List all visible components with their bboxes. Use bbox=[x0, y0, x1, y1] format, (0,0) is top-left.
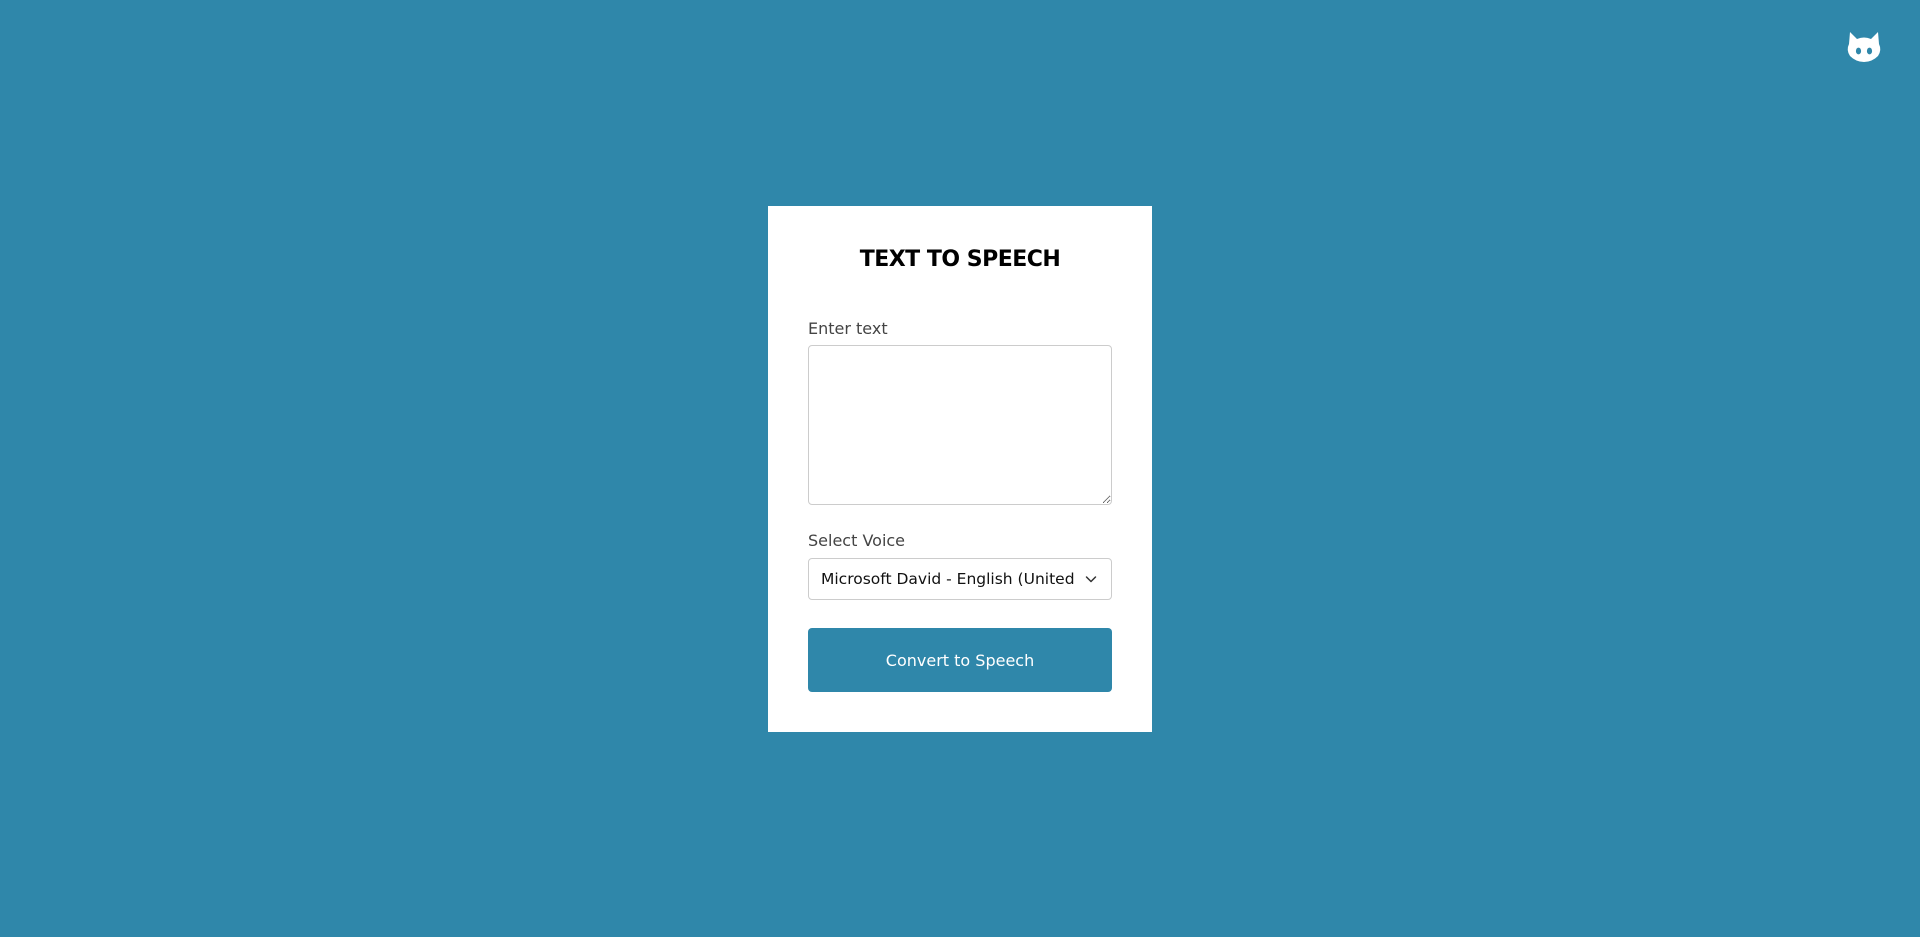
text-input-label: Enter text bbox=[808, 319, 888, 338]
convert-to-speech-button[interactable]: Convert to Speech bbox=[808, 628, 1112, 692]
text-input[interactable] bbox=[808, 345, 1112, 505]
voice-select-label: Select Voice bbox=[808, 531, 906, 550]
github-octocat-icon bbox=[1844, 26, 1884, 66]
github-link[interactable] bbox=[1844, 26, 1884, 66]
chevron-down-icon bbox=[1085, 573, 1097, 585]
page-title: TEXT TO SPEECH bbox=[859, 247, 1061, 272]
voice-select[interactable]: Microsoft David - English (United States… bbox=[808, 558, 1112, 600]
tts-card: TEXT TO SPEECH Enter text Select Voice M… bbox=[768, 206, 1152, 732]
voice-select-value: Microsoft David - English (United States… bbox=[821, 570, 1077, 588]
